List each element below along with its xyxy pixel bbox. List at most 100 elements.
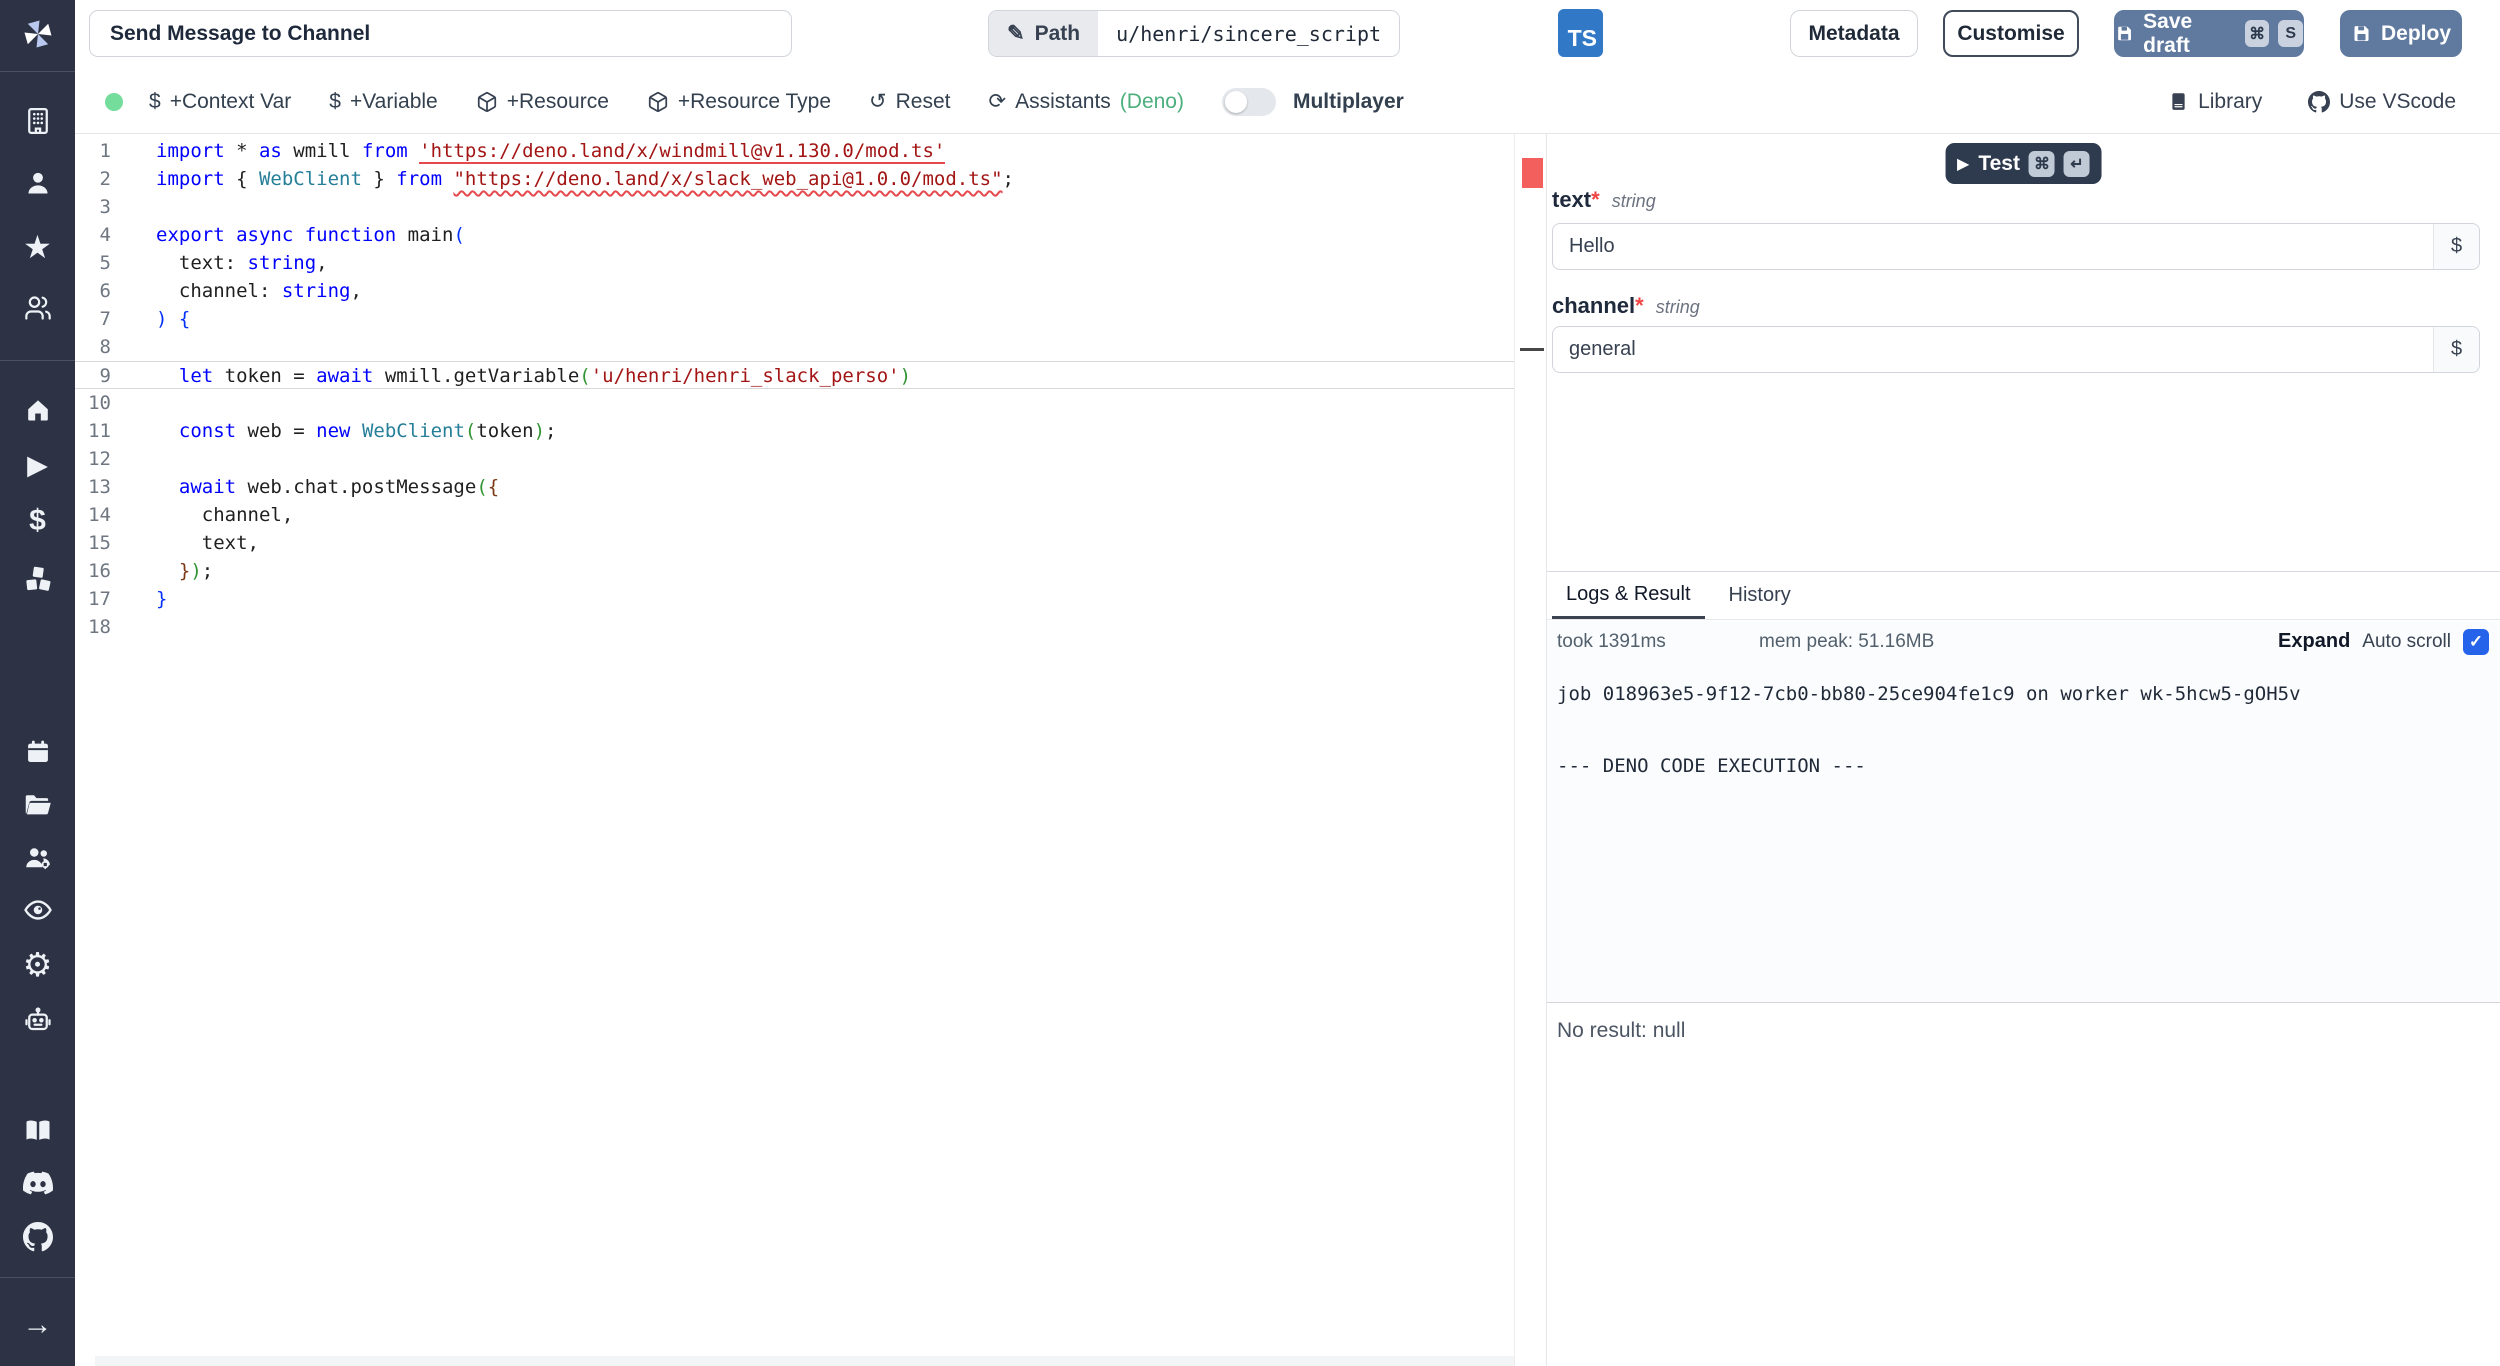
code-line[interactable]: 15 text, (75, 529, 1514, 557)
code-token: } (156, 588, 168, 610)
sidebar-item-home[interactable] (0, 388, 75, 432)
use-vscode-button[interactable]: Use VScode (2308, 90, 2456, 114)
sidebar-item-workspace[interactable] (0, 99, 75, 143)
add-resource-type-button[interactable]: +Resource Type (647, 90, 831, 114)
code-line[interactable]: 8 (75, 333, 1514, 361)
sidebar-item-workers[interactable] (0, 997, 75, 1041)
autoscroll-checkbox[interactable]: ✓ (2463, 628, 2489, 655)
code-line[interactable]: 6 channel: string, (75, 277, 1514, 305)
code-line[interactable]: 1 import * as wmill from 'https://deno.la… (75, 137, 1514, 165)
sidebar-item-docs[interactable] (0, 1108, 75, 1152)
add-variable-button[interactable]: $ +Variable (329, 90, 437, 114)
code-line[interactable]: 12 (75, 445, 1514, 473)
tab-history[interactable]: History (1715, 572, 1805, 619)
reset-button[interactable]: ↺ Reset (869, 90, 950, 114)
sidebar-item-favorites[interactable]: ★ (0, 225, 75, 269)
code-token: token = (213, 365, 317, 387)
test-label: Test (1978, 151, 2020, 175)
users-icon (24, 296, 51, 320)
path-button[interactable]: ✎ Path u/henri/sincere_script (988, 10, 1401, 57)
code-line[interactable]: 18 (75, 613, 1514, 641)
path-value: u/henri/sincere_script (1098, 11, 1400, 56)
windmill-logo[interactable] (0, 12, 75, 56)
tab-logs-result[interactable]: Logs & Result (1552, 572, 1705, 619)
run-panel: ▶ Test ⌘ ↵ text* string $ channel* strin… (1546, 134, 2500, 1366)
code-text: export async function main( (111, 221, 465, 249)
multiplayer-toggle[interactable] (1221, 87, 1276, 116)
code-line[interactable]: 14 channel, (75, 501, 1514, 529)
insert-variable-button[interactable]: $ (2433, 224, 2479, 269)
code-token: wmill.getVariable (373, 365, 580, 387)
code-text: import * as wmill from 'https://deno.lan… (111, 137, 946, 165)
code-token: wmill (293, 140, 362, 162)
sidebar-item-user[interactable] (0, 161, 75, 205)
code-line[interactable]: 3 (75, 193, 1514, 221)
add-resource-label: +Resource (506, 89, 609, 113)
sidebar-item-users[interactable] (0, 286, 75, 330)
sidebar-item-runs[interactable]: ▶ (0, 443, 75, 487)
insert-variable-button[interactable]: $ (2433, 327, 2479, 372)
line-number: 12 (88, 448, 111, 470)
code-token: new (316, 420, 351, 442)
expand-button[interactable]: Expand (2278, 630, 2350, 653)
code-token: import (156, 140, 237, 162)
field-name: channel (1552, 293, 1636, 318)
customise-button[interactable]: Customise (1943, 10, 2079, 57)
sidebar-item-discord[interactable] (0, 1161, 75, 1205)
deploy-button[interactable]: Deploy (2340, 10, 2462, 57)
code-line[interactable]: 7) { (75, 305, 1514, 333)
editor-horizontal-scrollbar[interactable] (95, 1356, 1514, 1366)
sidebar-item-folders[interactable] (0, 783, 75, 827)
code-token: { (487, 476, 500, 498)
code-line[interactable]: 17} (75, 585, 1514, 613)
sidebar-item-settings[interactable]: ⚙ (0, 942, 75, 986)
sidebar-item-variables[interactable]: $ (0, 499, 75, 543)
code-editor[interactable]: 1 import * as wmill from 'https://deno.la… (75, 134, 1514, 1366)
code-line[interactable]: 2 import { WebClient } from "https://deno… (75, 165, 1514, 193)
text-field-input[interactable] (1552, 223, 2480, 270)
sidebar-item-schedules[interactable] (0, 730, 75, 774)
sidebar-expand-button[interactable]: → (0, 1303, 75, 1347)
code-token: 'u/henri/henri_slack_perso' (590, 365, 900, 387)
cmd-key-badge: ⌘ (2028, 150, 2055, 177)
arrow-right-icon: → (22, 1308, 53, 1341)
test-button[interactable]: ▶ Test ⌘ ↵ (1945, 143, 2102, 184)
channel-field-input[interactable] (1552, 326, 2480, 373)
code-text: channel: string, (111, 277, 362, 305)
code-line[interactable]: 5 text: string, (75, 249, 1514, 277)
add-variable-label: +Variable (349, 89, 438, 113)
code-line[interactable]: 11 const web = new WebClient(token); (75, 417, 1514, 445)
sidebar-item-resources[interactable] (0, 557, 75, 601)
add-resource-button[interactable]: +Resource (476, 90, 609, 114)
assistants-button[interactable]: ⟳ Assistants (Deno) (988, 90, 1184, 114)
save-draft-button[interactable]: Save draft ⌘ S (2114, 10, 2304, 57)
editor-overview-ruler[interactable] (1514, 134, 1546, 1366)
metadata-button[interactable]: Metadata (1790, 10, 1918, 57)
code-token: from (396, 168, 454, 190)
code-line[interactable]: 4 export async function main( (75, 221, 1514, 249)
github-icon (22, 1222, 53, 1252)
sidebar-item-audit-logs[interactable] (0, 888, 75, 932)
code-line[interactable]: 9 let token = await wmill.getVariable('u… (75, 361, 1514, 389)
code-token: } (178, 560, 191, 582)
path-label-segment: ✎ Path (989, 11, 1099, 56)
add-context-var-button[interactable]: $ +Context Var (149, 90, 291, 114)
code-token: ( (464, 420, 477, 442)
sidebar-divider (0, 1277, 75, 1278)
sidebar-item-github[interactable] (0, 1215, 75, 1259)
code-token: main (407, 224, 454, 246)
dollar-icon: $ (29, 504, 46, 537)
add-resource-type-label: +Resource Type (677, 89, 831, 113)
code-line[interactable]: 13 await web.chat.postMessage({ (75, 473, 1514, 501)
code-line[interactable]: 16 }); (75, 557, 1514, 585)
library-button[interactable]: Library (2168, 90, 2262, 114)
code-line[interactable]: 10 (75, 389, 1514, 417)
script-title-input[interactable] (89, 10, 792, 57)
sidebar-item-groups[interactable] (0, 836, 75, 880)
package-icon (477, 91, 496, 112)
customise-label: Customise (1957, 21, 2065, 45)
code-text: let token = await wmill.getVariable('u/h… (111, 362, 911, 388)
code-token: text, (156, 532, 259, 554)
